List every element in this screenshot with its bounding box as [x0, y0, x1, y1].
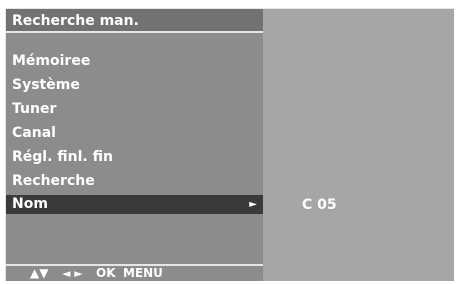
info-panel: C 05	[263, 8, 454, 281]
channel-value: C 05	[302, 197, 337, 213]
menu-item-nom[interactable]: Nom ►	[6, 195, 263, 214]
menu-list: Mémoiree Système Tuner Canal Régl. finl.…	[6, 49, 263, 214]
tv-osd-screen: Recherche man. Mémoiree Système Tuner Ca…	[0, 0, 461, 284]
menu-item-label: Recherche	[12, 173, 95, 189]
menu-item-tuner[interactable]: Tuner	[6, 97, 263, 121]
nav-hint-bar: ▲▼ ◄ ► OK MENU	[6, 264, 263, 281]
menu-item-memoiree[interactable]: Mémoiree	[6, 49, 263, 73]
left-right-arrows-icon: ◄ ►	[62, 267, 83, 280]
menu-item-label: Mémoiree	[12, 53, 91, 69]
submenu-arrow-icon: ►	[249, 199, 257, 210]
menu-hint: MENU	[123, 266, 163, 280]
up-down-arrows-icon: ▲▼	[30, 266, 49, 280]
menu-item-label: Régl. finl. fin	[12, 149, 113, 165]
ok-hint: OK	[96, 266, 116, 280]
menu-item-label: Canal	[12, 125, 56, 141]
menu-item-label: Système	[12, 77, 80, 93]
menu-title: Recherche man.	[12, 13, 139, 29]
menu-item-label: Nom	[12, 196, 48, 212]
menu-title-bar: Recherche man.	[6, 9, 263, 33]
menu-item-regl-finl-fin[interactable]: Régl. finl. fin	[6, 145, 263, 169]
menu-item-canal[interactable]: Canal	[6, 121, 263, 145]
menu-item-recherche[interactable]: Recherche	[6, 169, 263, 193]
menu-item-label: Tuner	[12, 101, 57, 117]
menu-panel: Recherche man. Mémoiree Système Tuner Ca…	[5, 8, 263, 281]
menu-item-systeme[interactable]: Système	[6, 73, 263, 97]
